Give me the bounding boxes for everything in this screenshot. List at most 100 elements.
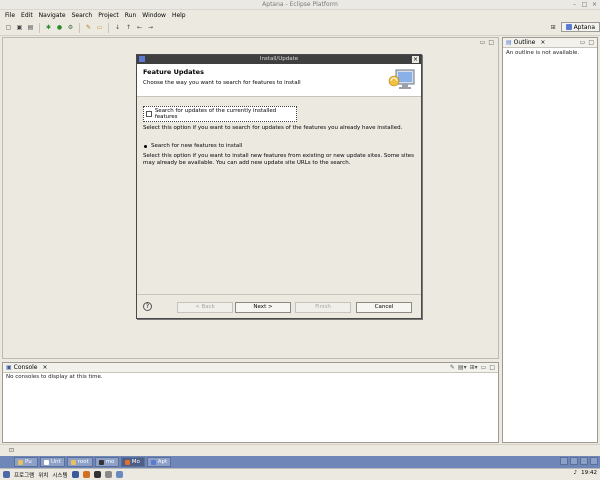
dialog-heading: Feature Updates [143,68,204,76]
maximize-icon[interactable]: □ [581,1,588,8]
close-icon[interactable]: × [412,56,419,63]
dialog-body: Search for updates of the currently inst… [137,97,421,294]
menu-window[interactable]: Window [142,12,166,19]
outline-message: An outline is not available. [506,50,580,56]
search-updates-option[interactable]: Search for updates of the currently inst… [143,106,297,122]
display-console-icon[interactable]: ▤▾ [458,364,467,371]
console-tab-label: Console [13,364,38,371]
console-tab[interactable]: ▣ Console × [3,363,498,373]
open-perspective-icon[interactable]: ⊞ [549,23,558,32]
fast-view-icon[interactable]: ⊡ [9,447,14,454]
taskbar-item[interactable]: Mo [120,457,145,467]
eclipse-icon [150,459,156,465]
save-icon[interactable]: ▣ [15,23,24,32]
minimize-icon[interactable]: ▭ [480,39,486,46]
back-icon[interactable]: ← [135,23,144,32]
open-type-icon[interactable]: ✎ [84,23,93,32]
workspace-2[interactable] [570,457,578,465]
search-updates-checkbox[interactable] [146,111,152,117]
print-icon[interactable]: ▤ [26,23,35,32]
minimize-icon[interactable]: – [571,1,578,8]
console-controls: ✎ ▤▾ ⊞▾ ▭ □ [450,364,495,371]
menu-navigate[interactable]: Navigate [39,12,66,19]
terminal-launcher-icon[interactable] [93,471,101,478]
toolbar-separator [108,22,109,33]
taskbar-item[interactable]: root [66,457,93,467]
run-icon[interactable]: ● [55,23,64,32]
perspective-aptana-button[interactable]: Aptana [560,22,600,32]
panel-tray: ♪ 19:42 [574,470,597,476]
next-annotation-icon[interactable]: ↓ [113,23,122,32]
console-icon: ▣ [6,364,12,371]
foot-icon[interactable] [3,471,10,478]
search-updates-label: Search for updates of the currently inst… [154,108,277,120]
perspective-switcher: ⊞ Aptana [549,22,600,32]
menu-help[interactable]: Help [172,12,186,19]
minimize-icon[interactable]: ▭ [580,39,586,46]
help-icon[interactable]: ? [143,302,152,311]
maximize-icon[interactable]: □ [488,39,494,46]
menu-edit[interactable]: Edit [21,12,33,19]
external-tools-icon[interactable]: ⚙ [66,23,75,32]
taskbar-item[interactable]: Pu [14,457,38,467]
toolbar-separator [39,22,40,33]
files-launcher-icon[interactable] [104,471,112,478]
clock[interactable]: 19:42 [581,470,597,476]
menu-file[interactable]: File [5,12,15,19]
system-menu[interactable]: 시스템 [52,471,67,479]
search-new-features-radio[interactable] [144,144,147,148]
folder-icon [70,459,76,465]
forward-icon[interactable]: → [146,23,155,32]
outline-controls: ▭ □ [580,39,594,46]
applications-menu[interactable]: 프로그램 [14,471,34,479]
console-message: No consoles to display at this time. [6,374,103,380]
search-updates-description: Select this option if you want to search… [143,125,403,131]
firefox-icon [124,459,130,465]
close-icon[interactable]: × [43,364,48,371]
editor-icon [44,459,49,465]
menu-search[interactable]: Search [72,12,93,19]
search-new-features-label: Search for new features to install [151,143,243,149]
maximize-icon[interactable]: □ [489,364,495,371]
next-button[interactable]: Next > [235,302,291,313]
back-button[interactable]: < Back [177,302,233,313]
maximize-icon[interactable]: □ [588,39,594,46]
prev-annotation-icon[interactable]: ↑ [124,23,133,32]
aptana-icon [565,24,572,30]
workspace-3[interactable] [580,457,588,465]
window-title: Aptana - Eclipse Platform [262,1,338,8]
dialog-footer: ? < Back Next > Finish Cancel [137,294,421,318]
open-folder-icon[interactable]: ▭ [95,23,104,32]
main-toolbar: ▢ ▣ ▤ ✱ ● ⚙ ✎ ▭ ↓ ↑ ← → [0,20,600,36]
taskbar-item[interactable]: Unt [40,457,65,467]
open-console-icon[interactable]: ⊞▾ [470,364,478,371]
taskbar-item[interactable]: mo [94,457,119,467]
finish-button[interactable]: Finish [295,302,351,313]
menu-run[interactable]: Run [125,12,137,19]
debug-icon[interactable]: ✱ [44,23,53,32]
new-icon[interactable]: ▢ [4,23,13,32]
workspace-switcher [560,457,598,465]
mail-launcher-icon[interactable] [82,471,90,478]
menu-project[interactable]: Project [98,12,119,19]
places-menu[interactable]: 위치 [38,471,48,479]
outline-icon: ▤ [506,39,512,46]
workspace-4[interactable] [590,457,598,465]
search-new-features-option[interactable]: Search for new features to install [143,143,415,149]
close-icon[interactable]: × [591,1,598,8]
taskbar-item[interactable]: Apt [146,457,172,467]
help-launcher-icon[interactable] [115,471,123,478]
minimize-icon[interactable]: ▭ [481,364,487,371]
outline-tab-label: Outline [513,39,536,46]
close-icon[interactable]: × [540,39,545,46]
volume-icon[interactable]: ♪ [574,470,578,476]
workspace-1[interactable] [560,457,568,465]
pin-console-icon[interactable]: ✎ [450,364,455,371]
editor-controls: ▭ □ [480,39,494,46]
dialog-title-bar: Install/Update × [137,55,421,64]
window-controls: – □ × [571,1,598,8]
browser-launcher-icon[interactable] [71,471,79,478]
dialog-title: Install/Update [259,56,299,62]
cancel-button[interactable]: Cancel [356,302,412,313]
window-title-bar: Aptana - Eclipse Platform [0,0,600,10]
